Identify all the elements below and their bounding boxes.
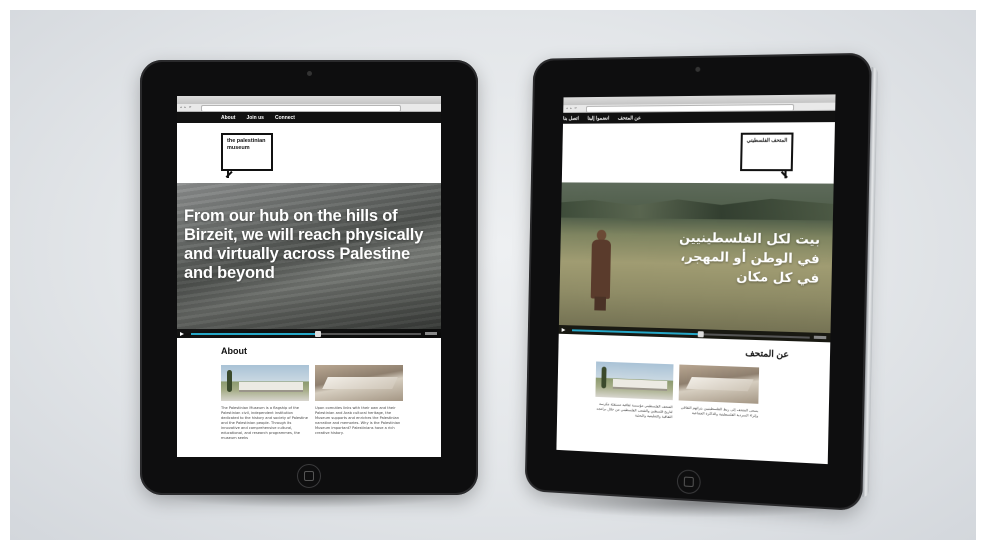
play-button[interactable] <box>177 329 187 338</box>
logo-area: the palestinian museum <box>177 123 441 183</box>
about-column-1: المتحف الفلسطيني مؤسسة ثقافية مستقلة مكر… <box>596 401 673 420</box>
browser-toolbar: ◂ ▸ ⟳ <box>177 104 441 112</box>
person-figure <box>590 229 613 311</box>
video-scrub-handle[interactable] <box>314 330 321 337</box>
about-column-2: Upon comuties links with their own and t… <box>315 406 401 435</box>
screen-arabic: ◂ ▸ ⟳ عن المتحف انضموا إلينا اتصل بنا ال… <box>556 94 836 465</box>
site-nav: About Join us Connect <box>177 112 441 123</box>
video-progress-fill <box>572 328 701 335</box>
hero-image: بيت لكل الفلسطينيين في الوطن أو المهجر، … <box>558 182 834 343</box>
about-images <box>595 361 829 406</box>
camera-icon <box>695 66 701 72</box>
volume-slider[interactable] <box>813 335 827 340</box>
museum-building-photo-2[interactable] <box>315 365 403 401</box>
home-square-icon <box>683 476 694 488</box>
home-button[interactable] <box>676 469 701 495</box>
nav-item-about[interactable]: About <box>221 115 235 121</box>
logo-area: المتحف الفلسطيني <box>562 122 835 184</box>
logo-text: the palestinian museum <box>227 138 266 151</box>
screen-english: ◂ ▸ ⟳ About Join us Connect the palestin… <box>177 96 441 457</box>
browser-titlebar <box>177 96 441 104</box>
video-progress-track[interactable] <box>572 328 810 339</box>
logo-text: المتحف الفلسطيني <box>746 137 788 144</box>
play-button[interactable] <box>559 325 569 334</box>
museum-building-photo-2[interactable] <box>678 364 760 404</box>
volume-slider[interactable] <box>425 332 437 335</box>
museum-logo[interactable]: المتحف الفلسطيني <box>740 132 794 172</box>
home-square-icon <box>304 471 314 481</box>
about-heading: عن المتحف <box>745 347 789 360</box>
video-progress-fill <box>191 332 318 335</box>
video-scrub-handle[interactable] <box>697 330 704 337</box>
play-icon <box>180 331 184 336</box>
address-bar[interactable] <box>201 105 401 112</box>
museum-building-photo-1[interactable] <box>595 361 674 401</box>
video-player-controls <box>177 329 441 338</box>
ipad-arabic: ◂ ▸ ⟳ عن المتحف انضموا إلينا اتصل بنا ال… <box>524 52 872 512</box>
video-progress-track[interactable] <box>191 330 421 337</box>
nav-item-connect[interactable]: اتصل بنا <box>563 115 579 121</box>
home-button[interactable] <box>297 464 321 488</box>
museum-logo[interactable]: the palestinian museum <box>221 133 273 178</box>
about-images <box>221 365 441 401</box>
museum-building-photo-1[interactable] <box>221 365 309 401</box>
about-text: المتحف الفلسطيني مؤسسة ثقافية مستقلة مكر… <box>595 402 829 428</box>
nav-item-join-us[interactable]: انضموا إلينا <box>587 115 609 121</box>
about-text: The Palestinian Museum is a flagship of … <box>221 406 441 441</box>
hero-image: From our hub on the hills of Birzeit, we… <box>177 183 441 338</box>
nav-item-connect[interactable]: Connect <box>275 115 295 121</box>
video-player-controls <box>558 324 831 343</box>
hero-headline: From our hub on the hills of Birzeit, we… <box>184 207 424 282</box>
nav-item-join-us[interactable]: Join us <box>246 115 264 121</box>
treeline <box>561 192 833 220</box>
nav-item-about[interactable]: عن المتحف <box>618 115 641 121</box>
about-column-2: يسعى المتحف إلى ربط الفلسطينيين بتراثهم … <box>680 405 759 418</box>
about-heading: About <box>221 346 247 356</box>
play-icon <box>561 327 566 332</box>
browser-title <box>564 94 836 97</box>
browser-nav-buttons-icon[interactable]: ◂ ▸ ⟳ <box>566 106 578 110</box>
ipad-english: ◂ ▸ ⟳ About Join us Connect the palestin… <box>140 60 478 495</box>
about-column-1: The Palestinian Museum is a flagship of … <box>221 406 308 440</box>
hero-headline: بيت لكل الفلسطينيين في الوطن أو المهجر، … <box>679 230 821 287</box>
camera-icon <box>307 71 312 76</box>
browser-nav-buttons-icon[interactable]: ◂ ▸ ⟳ <box>180 106 192 109</box>
